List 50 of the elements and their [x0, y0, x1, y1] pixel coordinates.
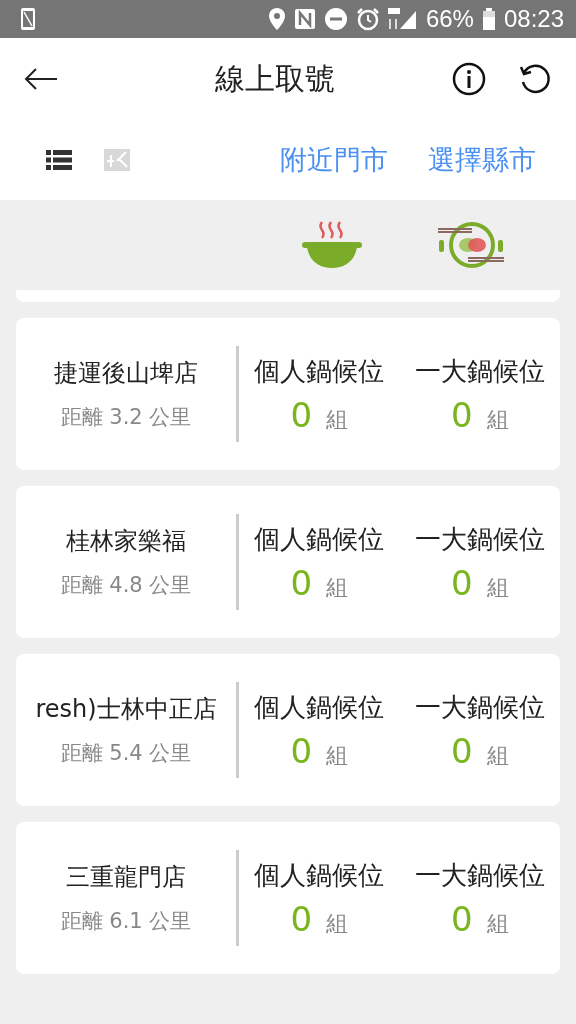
queue-unit: 組 [326, 741, 349, 770]
queue-count: 0 [450, 394, 473, 435]
queue-unit: 組 [326, 909, 349, 938]
battery-percent: 66% [425, 5, 474, 33]
store-name: 三重龍門店 [66, 862, 186, 893]
queue-label: 個人鍋候位 [254, 858, 385, 892]
queue-label: 一大鍋候位 [414, 354, 545, 388]
queue-label: 個人鍋候位 [254, 354, 385, 388]
queue-count: 0 [450, 562, 473, 603]
store-name: 捷運後山埤店 [54, 358, 198, 389]
store-distance: 距離 4.8 公里 [60, 572, 192, 599]
alarm-icon [355, 7, 380, 31]
queue-unit: 組 [486, 405, 509, 434]
store-card[interactable]: resh)士林中正店 距離 5.4 公里 個人鍋候位 0 組 一大鍋候位 0 組 [16, 654, 560, 806]
hot-pot-bowl-icon [300, 220, 364, 270]
store-distance: 距離 5.4 公里 [60, 740, 192, 767]
store-card[interactable]: 捷運後山埤店 距離 3.2 公里 個人鍋候位 0 組 一大鍋候位 0 組 [16, 318, 560, 470]
queue-label: 一大鍋候位 [414, 522, 545, 556]
queue-count: 0 [290, 898, 313, 939]
queue-label: 一大鍋候位 [414, 690, 545, 724]
store-name: 桂林家樂福 [66, 526, 186, 557]
nfc-icon [293, 8, 316, 30]
store-distance: 距離 3.2 公里 [60, 404, 192, 431]
page-title: 線上取號 [214, 59, 336, 98]
screenshot-icon [20, 7, 36, 31]
queue-label: 個人鍋候位 [254, 522, 385, 556]
signal-icon [387, 7, 418, 31]
view-toggle[interactable] [102, 147, 132, 173]
queue-count: 0 [290, 562, 313, 603]
view-toggle[interactable] [44, 147, 74, 173]
queue-count: 0 [450, 730, 473, 771]
pot-with-chopsticks-icon [438, 220, 504, 270]
queue-label: 一大鍋候位 [414, 858, 545, 892]
queue-count: 0 [450, 898, 473, 939]
queue-unit: 組 [326, 573, 349, 602]
queue-unit: 組 [486, 909, 509, 938]
queue-count: 0 [290, 394, 313, 435]
queue-unit: 組 [486, 573, 509, 602]
store-card[interactable]: 桂林家樂福 距離 4.8 公里 個人鍋候位 0 組 一大鍋候位 0 組 [16, 486, 560, 638]
store-name: resh)士林中正店 [35, 694, 217, 725]
queue-label: 個人鍋候位 [254, 690, 385, 724]
battery-icon [481, 7, 496, 31]
queue-count: 0 [290, 730, 313, 771]
queue-unit: 組 [326, 405, 349, 434]
store-card[interactable]: 三重龍門店 距離 6.1 公里 個人鍋候位 0 組 一大鍋候位 0 組 [16, 822, 560, 974]
location-icon [267, 7, 286, 31]
clock: 08:23 [503, 5, 564, 33]
do-not-disturb-icon [323, 7, 348, 31]
store-distance: 距離 6.1 公里 [60, 908, 192, 935]
queue-unit: 組 [486, 741, 509, 770]
